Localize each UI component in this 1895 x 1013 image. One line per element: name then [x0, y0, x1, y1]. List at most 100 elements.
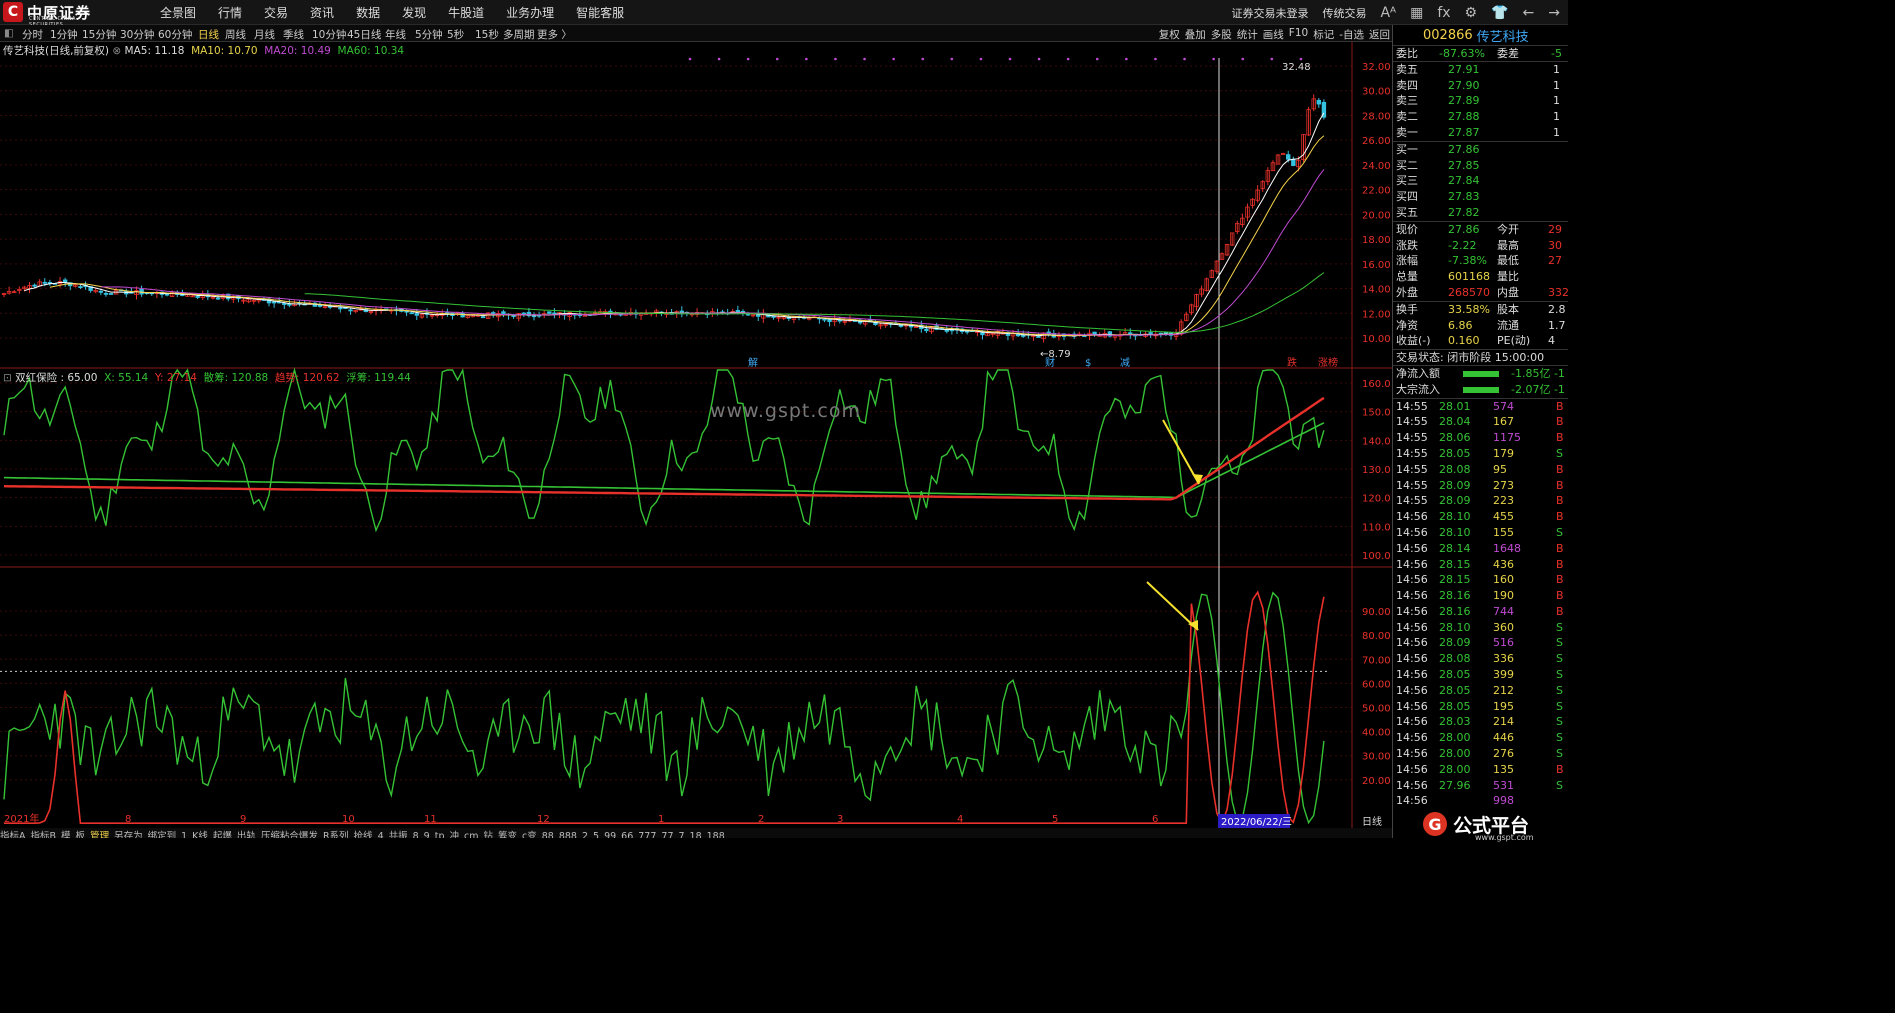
tool-button-1[interactable]: 叠加 [1185, 27, 1206, 42]
forward-arrow-icon[interactable]: → [1548, 5, 1560, 21]
stock-name[interactable]: 传艺科技 [1477, 26, 1529, 45]
indicator-tab-32[interactable]: 7 [679, 831, 685, 838]
period-tab-2[interactable]: 15分钟 [82, 27, 116, 42]
period-tab-3[interactable]: 30分钟 [120, 27, 154, 42]
indicator-tab-18[interactable]: tp [435, 831, 445, 838]
period-tab-7[interactable]: 月线 [254, 27, 275, 42]
indicator-tab-1[interactable]: 指标B [31, 831, 57, 838]
indicator-tab-16[interactable]: 8 [413, 831, 419, 838]
skin-icon[interactable]: 👕 [1491, 5, 1508, 21]
ind-floating-line [3, 422, 1325, 499]
indicator-tab-28[interactable]: 99 [604, 831, 616, 838]
indicator-tab-10[interactable]: 出轨 [237, 831, 256, 838]
event-mark[interactable]: 跌 [1287, 356, 1297, 369]
event-mark[interactable]: 涨榜 [1318, 356, 1338, 369]
period-tab-12[interactable]: 5分钟 [415, 27, 443, 42]
indicator-tab-30[interactable]: 777 [638, 831, 656, 838]
period-tab-16[interactable]: 更多 〉 [537, 27, 572, 42]
indicator-tab-6[interactable]: 绑定到 [148, 831, 177, 838]
period-tab-0[interactable]: 分时 [22, 27, 43, 42]
indicator-tab-11[interactable]: 压缩粘合爆发 [261, 831, 318, 838]
tick-price: 27.96 [1439, 778, 1471, 792]
tick-price: 28.05 [1439, 446, 1471, 460]
stat-value-2: 27 [1548, 254, 1562, 268]
menu-item-6[interactable]: 牛股道 [448, 4, 484, 21]
tick-time: 14:56 [1396, 525, 1428, 539]
tool-button-0[interactable]: 复权 [1159, 27, 1180, 42]
indicator-tab-14[interactable]: 4 [378, 831, 384, 838]
indicator-tab-8[interactable]: K线 [192, 831, 208, 838]
flow-row-0: 净流入额 -1.85亿 -1 [1393, 366, 1568, 382]
menu-item-5[interactable]: 发现 [402, 4, 426, 21]
period-tab-8[interactable]: 季线 [283, 27, 304, 42]
period-tab-10[interactable]: 45日线 [347, 27, 381, 42]
menu-item-3[interactable]: 资讯 [310, 4, 334, 21]
indicator-tab-4[interactable]: 管理 [90, 831, 109, 838]
period-tab-6[interactable]: 周线 [225, 27, 246, 42]
tool-button-4[interactable]: 画线 [1263, 27, 1284, 42]
formula-icon[interactable]: fx [1437, 5, 1450, 21]
tool-button-2[interactable]: 多股 [1211, 27, 1232, 42]
period-tab-1[interactable]: 1分钟 [50, 27, 78, 42]
indicator-tab-17[interactable]: 9 [424, 831, 430, 838]
period-tab-13[interactable]: 5秒 [447, 27, 464, 42]
back-arrow-icon[interactable]: ← [1523, 5, 1535, 21]
indicator-tab-15[interactable]: 共振 [389, 831, 408, 838]
indicator-tab-22[interactable]: 筹变 [498, 831, 517, 838]
menu-item-4[interactable]: 数据 [356, 4, 380, 21]
period-tab-5[interactable]: 日线 [198, 27, 219, 42]
sidebar-toggle-icon[interactable]: ◧ [4, 27, 14, 39]
ma-toggle-icon[interactable]: ⊗ [112, 45, 124, 57]
menu-item-8[interactable]: 智能客服 [576, 4, 624, 21]
tool-button-7[interactable]: -自选 [1339, 27, 1364, 42]
tick-time: 14:56 [1396, 668, 1428, 682]
event-mark[interactable]: 财 [1045, 356, 1055, 369]
ind-toggle-icon[interactable]: ⊡ [3, 372, 15, 384]
indicator-tab-19[interactable]: 冲 [449, 831, 459, 838]
tool-button-5[interactable]: F10 [1289, 27, 1308, 42]
indicator-tab-20[interactable]: cm [464, 831, 478, 838]
indicator-tab-25[interactable]: 888 [559, 831, 577, 838]
event-mark[interactable]: $ [1085, 358, 1091, 369]
login-status-link[interactable]: 证券交易未登录 [1231, 5, 1308, 21]
menu-item-7[interactable]: 业务办理 [506, 4, 554, 21]
period-tab-15[interactable]: 多周期 [503, 27, 535, 42]
indicator-tab-12[interactable]: R系列 [323, 831, 349, 838]
period-tab-11[interactable]: 年线 [385, 27, 406, 42]
indicator-tab-33[interactable]: 18 [690, 831, 702, 838]
period-tab-4[interactable]: 60分钟 [158, 27, 192, 42]
indicator-tab-21[interactable]: 钻 [483, 831, 493, 838]
period-tab-14[interactable]: 15秒 [475, 27, 499, 42]
indicator-tab-31[interactable]: 77 [661, 831, 673, 838]
tick-list[interactable]: 14:55 28.01 574 B 14:55 28.04 167 B 14:55 28.06 11… [1393, 399, 1568, 810]
indicator-tab-0[interactable]: 指标A [0, 831, 26, 838]
tool-button-8[interactable]: 返回 [1369, 27, 1390, 42]
indicator-tab-7[interactable]: 1 [181, 831, 187, 838]
gear-icon[interactable]: ⚙ [1465, 5, 1478, 21]
indicator-tab-9[interactable]: 起爆 [213, 831, 232, 838]
indicator-tab-24[interactable]: 88 [542, 831, 554, 838]
indicator-tab-27[interactable]: 5 [593, 831, 599, 838]
tool-button-3[interactable]: 统计 [1237, 27, 1258, 42]
indicator-tab-2[interactable]: 模 [61, 831, 71, 838]
stats2-block: 换手 33.58% 股本 2.8 净资 6.86 流通 1.7 收益(-) 0.160 PE(动) 4 [1393, 302, 1568, 351]
indicator-tab-3[interactable]: 板 [76, 831, 86, 838]
indicator-tab-23[interactable]: c变 [522, 831, 537, 838]
event-mark[interactable]: 减 [1120, 357, 1130, 369]
period-tab-9[interactable]: 10分钟 [312, 27, 346, 42]
tool-button-6[interactable]: 标记 [1313, 27, 1334, 42]
event-mark[interactable]: 解 [748, 356, 758, 369]
kline-chart-area[interactable]: 32.00 30.00 28.00 26.00 24.00 22.00 20.00 18.00… [0, 42, 1392, 828]
menu-item-1[interactable]: 行情 [218, 4, 242, 21]
menu-item-0[interactable]: 全景图 [160, 4, 196, 21]
menu-item-2[interactable]: 交易 [264, 4, 288, 21]
indicator-tab-26[interactable]: 2 [582, 831, 588, 838]
font-size-icon[interactable]: Aᴬ [1380, 5, 1396, 21]
indicator-tab-13[interactable]: 抢线 [354, 831, 373, 838]
classic-trade-link[interactable]: 传统交易 [1322, 5, 1366, 21]
indicator-tab-29[interactable]: 66 [621, 831, 633, 838]
indicator-tab-34[interactable]: 188 [707, 831, 725, 838]
marker-dot [1037, 57, 1041, 61]
indicator-tab-5[interactable]: 另存为 [114, 831, 143, 838]
layout-icon[interactable]: ▦ [1410, 5, 1423, 21]
